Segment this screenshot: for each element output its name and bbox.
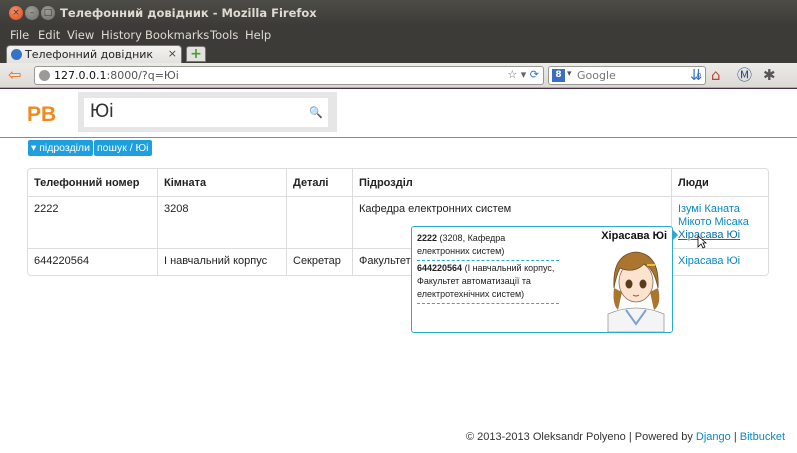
addon-bug-icon[interactable]: ✱ bbox=[763, 67, 776, 84]
cell-phone: 644220564 bbox=[28, 248, 157, 275]
site-identity-icon[interactable] bbox=[39, 70, 50, 81]
search-icon[interactable]: 🔍 bbox=[307, 104, 325, 122]
search-breadcrumb[interactable]: пошук / Юі bbox=[94, 140, 152, 156]
popover-entry: 2222 (3208, Кафедра електронних систем) bbox=[417, 232, 559, 261]
menu-edit[interactable]: Edit bbox=[38, 28, 60, 42]
menu-history[interactable]: History bbox=[101, 28, 142, 42]
departments-button[interactable]: ▾ підрозділи bbox=[28, 140, 93, 156]
favicon-icon bbox=[11, 49, 22, 60]
tab-strip: Телефонний довідник × + bbox=[0, 44, 797, 63]
url-bookmark-star-icon[interactable]: ☆ ▾ ⟳ bbox=[507, 68, 539, 81]
page-viewport: PB Юі 🔍 ▾ підрозділи пошук / Юі Телефонн… bbox=[0, 89, 797, 453]
table-header-row: Телефонний номер Кімната Деталі Підрозді… bbox=[28, 169, 768, 196]
addon-m-icon[interactable]: Ⓜ bbox=[737, 67, 752, 84]
menu-help[interactable]: Help bbox=[245, 28, 271, 42]
person-link[interactable]: Ізумі Каната bbox=[678, 203, 762, 216]
new-tab-button[interactable]: + bbox=[186, 46, 206, 62]
web-search-input[interactable] bbox=[577, 68, 687, 83]
site-logo[interactable]: PB bbox=[27, 103, 56, 127]
header-room: Кімната bbox=[157, 169, 286, 196]
header-divider bbox=[0, 137, 797, 138]
cell-details: Секретар bbox=[286, 248, 352, 275]
header-details: Деталі bbox=[286, 169, 352, 196]
page-footer: © 2013-2013 Oleksandr Polyeno | Powered … bbox=[466, 431, 785, 443]
menu-file[interactable]: File bbox=[10, 28, 29, 42]
django-link[interactable]: Django bbox=[696, 431, 731, 443]
cell-details bbox=[286, 196, 352, 248]
search-engine-icon[interactable]: 8 bbox=[552, 69, 565, 82]
person-popover: Хірасава Юі 2222 (3208, Кафедра електрон… bbox=[411, 226, 673, 333]
window-maximize-button[interactable]: □ bbox=[41, 6, 55, 20]
mouse-cursor-icon bbox=[697, 235, 707, 249]
query-input[interactable]: Юі 🔍 bbox=[84, 98, 328, 127]
window-minimize-button[interactable]: – bbox=[25, 6, 39, 20]
url-text: 127.0.0.1:8000/?q=Юі bbox=[54, 69, 179, 82]
person-link[interactable]: Мікото Місака bbox=[678, 216, 762, 229]
person-link[interactable]: Хірасава Юі bbox=[678, 255, 762, 268]
url-bar[interactable]: 127.0.0.1:8000/?q=Юі ☆ ▾ ⟳ bbox=[34, 66, 544, 85]
window-title: Телефонний довідник - Mozilla Firefox bbox=[60, 6, 317, 20]
cell-people: Хірасава Юі bbox=[671, 248, 768, 275]
menu-bar: File Edit View History Bookmarks Tools H… bbox=[0, 26, 797, 44]
window-close-button[interactable]: × bbox=[9, 6, 23, 20]
popover-arrow bbox=[672, 229, 678, 241]
navigation-toolbar: ⇦ 127.0.0.1:8000/?q=Юі ☆ ▾ ⟳ 8 ▾ ⌕ ⇊ ⌂ Ⓜ… bbox=[0, 63, 797, 88]
query-text: Юі bbox=[90, 101, 114, 122]
chevron-down-icon[interactable]: ▾ bbox=[567, 69, 572, 79]
header-phone: Телефонний номер bbox=[34, 176, 140, 189]
bitbucket-link[interactable]: Bitbucket bbox=[740, 431, 785, 443]
tab-label: Телефонний довідник bbox=[25, 48, 154, 61]
tab-close-icon[interactable]: × bbox=[168, 47, 177, 60]
person-link-hovered[interactable]: Хірасава Юі bbox=[678, 229, 762, 242]
back-arrow-icon[interactable]: ⇦ bbox=[8, 67, 30, 84]
popover-entry: 644220564 (I навчальний корпус, Факульте… bbox=[417, 262, 559, 304]
header-people: Люди bbox=[671, 169, 768, 196]
menu-bookmarks[interactable]: Bookmarks bbox=[145, 28, 209, 42]
cell-room: I навчальний корпус bbox=[157, 248, 286, 275]
cell-room: 3208 bbox=[157, 196, 286, 248]
menu-tools[interactable]: Tools bbox=[210, 28, 238, 42]
person-avatar bbox=[607, 251, 665, 332]
home-icon[interactable]: ⌂ bbox=[711, 67, 721, 84]
download-icon[interactable]: ⇊ bbox=[690, 67, 703, 84]
cell-people: Ізумі Каната Мікото Місака Хірасава Юі bbox=[671, 196, 768, 248]
query-search-box: Юі 🔍 bbox=[78, 92, 337, 132]
cell-phone: 2222 bbox=[28, 196, 157, 248]
web-search-bar[interactable]: 8 ▾ ⌕ bbox=[548, 66, 706, 85]
tab-phone-directory[interactable]: Телефонний довідник × bbox=[6, 45, 182, 63]
popover-person-name: Хірасава Юі bbox=[601, 230, 667, 242]
title-bar: × – □ Телефонний довідник - Mozilla Fire… bbox=[0, 0, 797, 26]
menu-view[interactable]: View bbox=[67, 28, 94, 42]
header-department: Підрозділ bbox=[352, 169, 671, 196]
